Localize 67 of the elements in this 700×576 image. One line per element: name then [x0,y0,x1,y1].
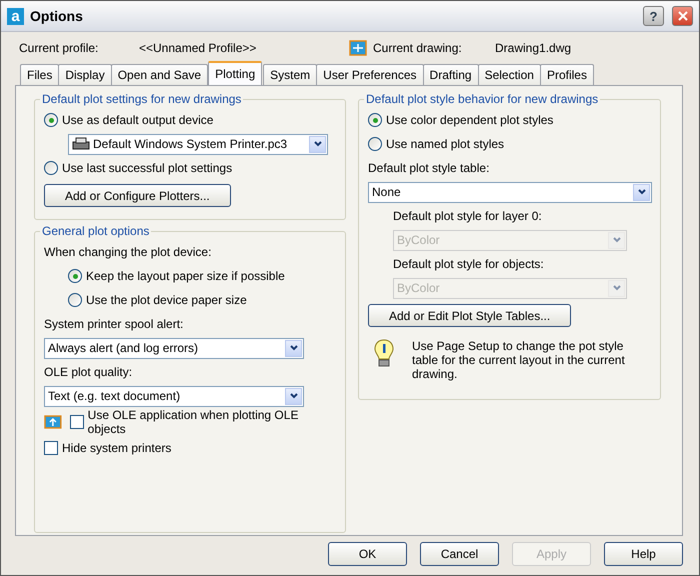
field-label: Default plot style for layer 0: [393,209,542,223]
window-title: Options [30,8,83,24]
radio-button[interactable] [44,113,58,127]
tab[interactable]: System [263,64,318,85]
dropdown-button[interactable] [285,340,302,356]
field-label: When changing the plot device: [44,245,212,259]
dialog-button[interactable]: OK [328,542,407,566]
dialog-button[interactable]: Help [604,542,683,566]
radio-option[interactable]: Use named plot styles [368,137,504,151]
dropdown[interactable]: Always alert (and log errors) [44,338,304,358]
dropdown[interactable]: Default Windows System Printer.pc3 [68,134,328,154]
dropdown-button[interactable] [309,136,326,152]
app-logo: a [7,8,24,24]
field-label: System printer spool alert: [44,317,184,331]
checkbox[interactable] [44,441,58,455]
checkbox-label[interactable]: Hide system printers [62,441,172,455]
tab[interactable]: Drafting [422,64,479,85]
drawing-label: Current drawing: [373,41,463,55]
group-title: General plot options [41,224,150,238]
field-label: Default plot style for objects: [393,257,544,271]
tab[interactable]: Files [20,64,60,85]
dialog-button[interactable]: Cancel [420,542,499,566]
field-label: Default plot style table: [368,161,490,175]
help-button[interactable]: ? [643,6,664,26]
field-label: OLE plot quality: [44,365,132,379]
dropdown-caret-icon [314,141,322,147]
radio-option[interactable]: Use color dependent plot styles [368,113,554,127]
dropdown-caret-icon [638,189,646,195]
radio-button[interactable] [68,293,82,307]
radio-option[interactable]: Use as default output device [44,113,214,127]
tab[interactable]: User Preferences [316,64,424,85]
close-button[interactable] [672,6,693,26]
ole-icon [44,414,62,430]
profile-value: <<Unnamed Profile>> [139,41,258,55]
radio-button[interactable] [44,161,58,175]
drawing-icon [349,40,367,56]
checkbox-label[interactable]: Use OLE application when plotting OLE objects [88,408,337,436]
action-button[interactable]: Add or Configure Plotters... [44,184,231,207]
dropdown[interactable]: None [368,182,652,202]
radio-option[interactable]: Use last successful plot settings [44,161,232,175]
radio-option[interactable]: Use the plot device paper size [68,293,247,307]
checkbox[interactable] [70,415,84,429]
radio-button[interactable] [368,137,382,151]
group-title: Default plot style behavior for new drawings [365,92,600,106]
close-icon [678,11,688,21]
dropdown-button[interactable] [285,388,302,404]
radio-button[interactable] [68,269,82,283]
dropdown-caret-icon [612,237,620,243]
dropdown-caret-icon [290,345,298,351]
tab[interactable]: Profiles [540,64,594,85]
radio-option[interactable]: Keep the layout paper size if possible [68,269,285,283]
hint-text: Use Page Setup to change the pot style table for the current layout in the current drawing. [412,339,626,381]
dropdown-button[interactable] [633,184,650,200]
drawing-name: Drawing1.dwg [495,41,572,55]
printer-icon [72,137,90,151]
dropdown[interactable]: Text (e.g. text document) [44,386,304,406]
dropdown-caret-icon [290,393,298,399]
group-title: Default plot settings for new drawings [41,92,242,106]
tab[interactable]: Plotting [208,61,262,85]
tab[interactable]: Selection [478,64,541,85]
lightbulb-icon [374,339,394,369]
radio-button[interactable] [368,113,382,127]
profile-label: Current profile: [18,41,100,55]
tab[interactable]: Open and Save [110,64,208,85]
action-button[interactable]: Add or Edit Plot Style Tables... [368,304,572,327]
dropdown-caret-icon [612,285,620,291]
tab[interactable]: Display [58,64,112,85]
